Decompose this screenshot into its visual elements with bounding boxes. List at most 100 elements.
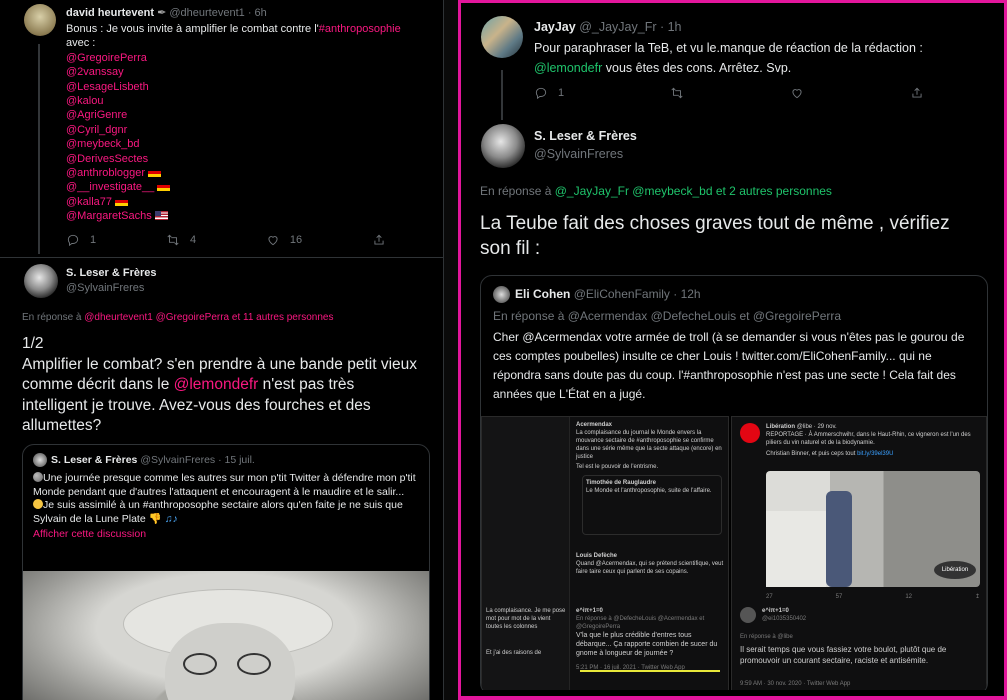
mention-link[interactable]: @anthroblogger bbox=[66, 167, 145, 179]
screen-text: Tel est le pouvoir de l'entrisme. bbox=[576, 464, 659, 470]
reply-icon bbox=[535, 87, 547, 100]
author-name[interactable]: JayJay bbox=[534, 20, 576, 34]
reply-prefix: En réponse à bbox=[480, 184, 552, 198]
tweet-text: La Teube fait des choses graves tout de … bbox=[480, 213, 950, 259]
thread-index: 1/2 bbox=[22, 335, 44, 352]
reply-button[interactable]: 1 bbox=[534, 86, 564, 100]
share-button[interactable] bbox=[372, 233, 386, 247]
quoted-tweet-card[interactable]: Eli Cohen @EliCohenFamily · 12h En répon… bbox=[480, 275, 988, 695]
mention-link[interactable]: @meybeck_bd bbox=[66, 137, 416, 151]
mention-link[interactable]: @MargaretSachs bbox=[66, 210, 152, 222]
screen-author: Louis Defèche bbox=[576, 553, 618, 559]
yellow-underline bbox=[580, 670, 720, 672]
author-name[interactable]: S. Leser & Frères bbox=[534, 129, 637, 143]
like-button[interactable]: 16 bbox=[266, 233, 302, 247]
screen-avatar bbox=[740, 607, 756, 623]
mention-link[interactable]: @kalou bbox=[66, 94, 416, 108]
mention-link[interactable]: @AgriGenre bbox=[66, 108, 416, 122]
mention-link[interactable]: @LesageLisbeth bbox=[66, 80, 416, 94]
quoted-tweet-card[interactable]: S. Leser & Frères @SylvainFreres · 15 ju… bbox=[22, 444, 430, 700]
author-name[interactable]: david heurtevent bbox=[66, 7, 154, 19]
screen-text: La complaisance. Je me pose mot pour mot… bbox=[486, 608, 566, 630]
us-flag-icon bbox=[154, 211, 168, 221]
screen-text: REPORTAGE · À Ammerschwihr, dans le Haut… bbox=[766, 432, 971, 446]
left-timeline-pane: david heurtevent ✒ @dheurtevent1 · 6h Bo… bbox=[0, 0, 444, 700]
retweet-button[interactable]: 4 bbox=[166, 233, 196, 247]
quote-avatar bbox=[493, 286, 510, 303]
reply-others-link[interactable]: et 2 autres personnes bbox=[716, 184, 832, 198]
avatar-jayjay[interactable] bbox=[481, 16, 523, 58]
mention-link[interactable]: @2vanssay bbox=[66, 65, 416, 79]
mention-link[interactable]: @kalla77 bbox=[66, 196, 112, 208]
mention-link[interactable]: @DerivesSectes bbox=[66, 152, 416, 166]
mention-link[interactable]: @lemondefr bbox=[174, 376, 259, 393]
screen-text: Christian Binner, et puis ceps tout bbox=[766, 451, 856, 457]
person-shape bbox=[826, 491, 852, 587]
quote-text: Cher @Acermendax votre armée de troll (à… bbox=[493, 330, 965, 401]
quote-photo[interactable] bbox=[23, 571, 429, 700]
pane-gap bbox=[444, 0, 458, 700]
screen-reply-context: En réponse à @DefecheLouis @Acermendax e… bbox=[576, 616, 705, 630]
tweet1-actions: 1 bbox=[534, 86, 924, 100]
show-thread-link[interactable]: Afficher cette discussion bbox=[33, 528, 423, 542]
tweet-text: Bonus : Je vous invite à amplifier le co… bbox=[66, 23, 319, 35]
avatar-david[interactable] bbox=[24, 4, 56, 36]
quote-author-name: Eli Cohen bbox=[515, 287, 571, 301]
retweet-icon bbox=[167, 234, 179, 246]
quote-text: Une journée presque comme les autres sur… bbox=[33, 472, 416, 498]
glasses-right bbox=[237, 653, 271, 675]
quote-author-name: S. Leser & Frères bbox=[51, 454, 138, 466]
mention-link[interactable]: @lemondefr bbox=[534, 61, 602, 75]
divider bbox=[0, 257, 443, 258]
reply-count: 1 bbox=[558, 87, 565, 99]
reply-icon bbox=[67, 234, 79, 247]
share-button[interactable] bbox=[910, 86, 924, 100]
screen-text: Le Monde et l'anthroposophie, suite de l… bbox=[586, 488, 712, 494]
mention-link[interactable]: @Cyril_dgnr bbox=[66, 123, 416, 137]
screen-author: Acermendax bbox=[576, 422, 613, 428]
screen-tweet-c: Louis Defèche Quand @Acermendax, qui se … bbox=[576, 552, 726, 576]
avatar-sylvain[interactable] bbox=[481, 124, 525, 168]
author-handle[interactable]: @SylvainFreres bbox=[534, 147, 637, 161]
reply-context: En réponse à @dheurtevent1 @GregoirePerr… bbox=[22, 312, 333, 323]
reply-others-link[interactable]: et 11 autres personnes bbox=[232, 312, 334, 323]
screen-retweet-count: 57 bbox=[835, 594, 843, 600]
reply-to-link[interactable]: @dheurtevent1 @GregoirePerra bbox=[84, 312, 229, 323]
tweet2-header: S. Leser & Frères @SylvainFreres bbox=[66, 267, 157, 294]
reply-to-link[interactable]: @_JayJay_Fr @meybeck_bd bbox=[555, 184, 713, 198]
liberation-logo bbox=[740, 423, 760, 443]
quote-reply-context: En réponse à @Acermendax @DefecheLouis e… bbox=[493, 309, 842, 323]
highlight-border-bottom bbox=[461, 696, 1004, 700]
avatar-sylvain[interactable] bbox=[24, 264, 58, 298]
author-handle[interactable]: @SylvainFreres bbox=[66, 282, 157, 294]
screenshot-grid-right[interactable]: Libération @libe · 29 nov. REPORTAGE · À… bbox=[731, 416, 987, 694]
author-name[interactable]: S. Leser & Frères bbox=[66, 267, 157, 279]
highlight-border-top bbox=[461, 0, 1004, 3]
reply-button[interactable]: 1 bbox=[66, 233, 96, 247]
quote-avatar bbox=[33, 453, 47, 467]
mention-link[interactable]: @__investigate__ bbox=[66, 181, 154, 193]
screenshot-grid-left[interactable]: La complaisance. Je me pose mot pour mot… bbox=[481, 416, 729, 694]
author-handle-time[interactable]: @_JayJay_Fr · 1h bbox=[579, 20, 681, 34]
retweet-icon bbox=[671, 87, 683, 99]
hashtag-link[interactable]: #anthroposophie bbox=[319, 23, 401, 35]
hand-icon: 👎 bbox=[148, 512, 162, 525]
screen-text: Il serait temps que vous fassiez votre b… bbox=[740, 645, 947, 665]
thread-line bbox=[501, 70, 503, 120]
tweet1-header: david heurtevent ✒ @dheurtevent1 · 6h bbox=[66, 6, 267, 19]
screen-tweet-a: Acermendax La complaisance du journal le… bbox=[576, 421, 726, 471]
mention-list: @GregoirePerra @2vanssay @LesageLisbeth … bbox=[66, 51, 416, 224]
like-button[interactable] bbox=[790, 86, 804, 100]
screen-author: Timothée de Rauglaudre bbox=[586, 480, 656, 486]
retweet-button[interactable] bbox=[670, 86, 684, 100]
screen-text: Quand @Acermendax, qui se prétend scient… bbox=[576, 561, 724, 575]
moon-icon bbox=[33, 472, 43, 482]
quote-author-handle: @EliCohenFamily · 12h bbox=[573, 287, 701, 301]
screen-quote-b: Timothée de Rauglaudre Le Monde et l'ant… bbox=[582, 475, 722, 535]
screen-link: bit.ly/39el39U bbox=[857, 451, 894, 457]
tweet1-body: Bonus : Je vous invite à amplifier le co… bbox=[66, 22, 416, 224]
screen-reply-tweet: e^iπ+1=0 @ei1035350402 bbox=[762, 607, 982, 623]
author-handle-time[interactable]: @dheurtevent1 · 6h bbox=[169, 7, 266, 19]
liberation-actions: 27 57 12 ↥ bbox=[766, 593, 980, 601]
mention-link[interactable]: @GregoirePerra bbox=[66, 51, 416, 65]
